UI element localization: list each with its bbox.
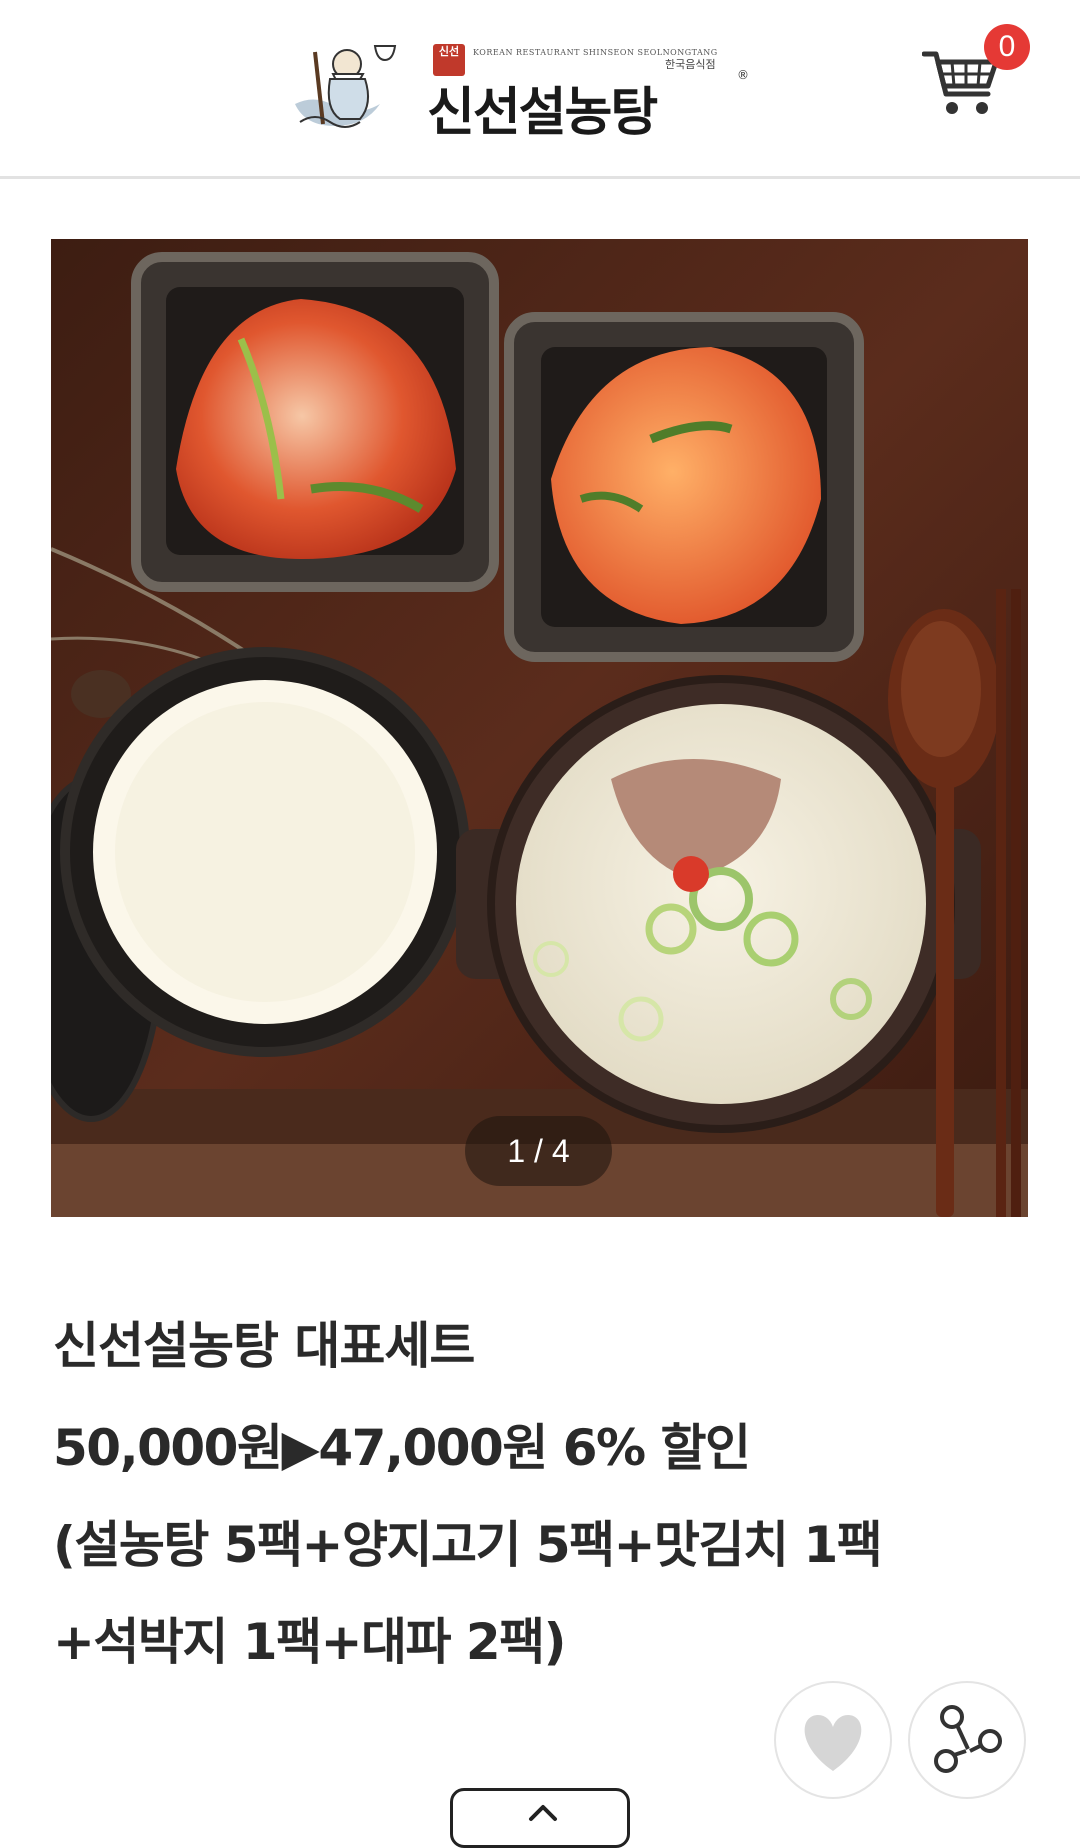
logo-small-text: 한국음식점 <box>665 58 716 71</box>
share-icon <box>934 1705 1002 1773</box>
chevron-up-icon <box>529 1805 557 1821</box>
slide-counter: 1 / 4 <box>465 1116 612 1186</box>
composition-line-1: (설농탕 5팩+양지고기 5팩+맛김치 1팩 <box>53 1516 883 1574</box>
product-photo <box>51 239 1028 1217</box>
share-button[interactable] <box>908 1681 1026 1799</box>
product-description: 50,000원▶47,000원 6% 할인 (설농탕 5팩+양지고기 5팩+맛김… <box>53 1400 1013 1691</box>
product-title: 신선설농탕 대표세트 <box>53 1317 475 1375</box>
cart-count-badge: 0 <box>984 24 1030 70</box>
logo-name: 신선설농탕 <box>427 83 658 143</box>
app-header: 신선 KOREAN RESTAURANT SHINSEON SEOLNONGTA… <box>0 0 1080 179</box>
brand-logo[interactable]: 신선 KOREAN RESTAURANT SHINSEON SEOLNONGTA… <box>285 34 755 143</box>
price-line: 50,000원▶47,000원 6% 할인 <box>53 1419 751 1477</box>
product-image-slider[interactable] <box>51 239 1028 1217</box>
mascot-logo-icon <box>295 45 397 128</box>
like-button[interactable] <box>774 1681 892 1799</box>
logo-registered-mark: ® <box>737 68 749 82</box>
scroll-top-button[interactable] <box>450 1788 630 1848</box>
composition-line-2: +석박지 1팩+대파 2팩) <box>53 1613 567 1671</box>
heart-icon <box>804 1715 862 1771</box>
